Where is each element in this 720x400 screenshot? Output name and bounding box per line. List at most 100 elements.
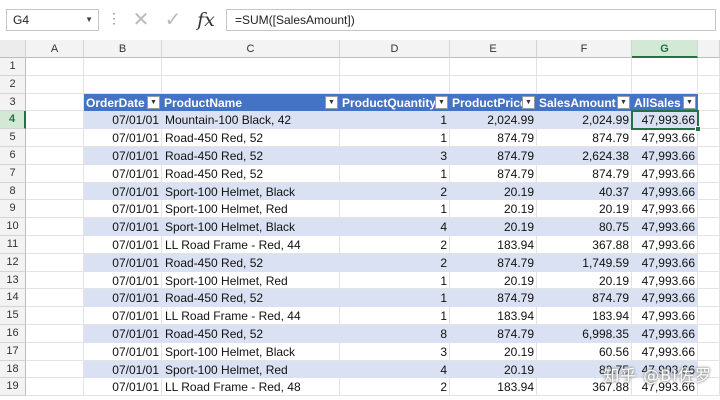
table-cell[interactable]: 874.79 [450, 253, 537, 272]
table-cell[interactable]: 47,993.66 [632, 182, 698, 201]
table-cell[interactable]: 20.19 [450, 272, 537, 290]
table-cell[interactable]: 47,993.66 [632, 147, 698, 165]
grid-cell[interactable] [26, 93, 84, 112]
filter-dropdown-icon[interactable]: ▼ [325, 95, 338, 109]
grid-cell[interactable] [26, 253, 84, 272]
grid-cell[interactable] [450, 58, 537, 76]
cancel-icon[interactable]: ✕ [128, 6, 154, 34]
insert-function-button[interactable]: fx [193, 6, 219, 34]
table-cell[interactable]: 4 [340, 360, 450, 379]
table-cell[interactable]: 07/01/01 [84, 307, 162, 325]
grid-cell[interactable] [450, 75, 537, 94]
row-header-14[interactable]: 14 [0, 289, 26, 308]
table-cell[interactable]: 2 [340, 182, 450, 201]
table-cell[interactable]: 47,993.66 [632, 272, 698, 290]
table-cell[interactable]: 07/01/01 [84, 129, 162, 147]
filter-dropdown-icon[interactable]: ▼ [522, 95, 535, 109]
grid-cell[interactable] [26, 360, 84, 379]
grid-cell[interactable] [26, 342, 84, 361]
table-cell[interactable]: 80.75 [537, 218, 632, 236]
table-cell[interactable]: 07/01/01 [84, 289, 162, 308]
table-cell[interactable]: LL Road Frame - Red, 48 [162, 378, 340, 396]
column-header-e[interactable]: E [450, 40, 537, 58]
table-cell[interactable]: 07/01/01 [84, 147, 162, 165]
grid-cell[interactable] [537, 75, 632, 94]
table-cell[interactable]: 07/01/01 [84, 325, 162, 343]
table-cell[interactable]: 1 [340, 200, 450, 218]
row-header-12[interactable]: 12 [0, 253, 26, 272]
grid-cell[interactable] [162, 58, 340, 76]
table-cell[interactable]: 20.19 [537, 200, 632, 218]
table-cell[interactable]: 2,024.99 [450, 111, 537, 130]
table-cell[interactable]: 1 [340, 289, 450, 308]
grid-cell[interactable] [26, 147, 84, 165]
table-cell[interactable]: 07/01/01 [84, 253, 162, 272]
row-header-19[interactable]: 19 [0, 378, 26, 397]
table-cell[interactable]: Sport-100 Helmet, Black [162, 182, 340, 201]
table-cell[interactable]: 07/01/01 [84, 182, 162, 201]
table-cell[interactable]: Sport-100 Helmet, Red [162, 272, 340, 290]
table-cell[interactable]: 183.94 [537, 307, 632, 325]
table-cell[interactable]: 07/01/01 [84, 272, 162, 290]
formula-input[interactable]: =SUM([SalesAmount]) [226, 9, 716, 31]
table-cell[interactable]: Road-450 Red, 52 [162, 325, 340, 343]
table-cell[interactable]: 4 [340, 218, 450, 236]
row-header-2[interactable]: 2 [0, 75, 26, 94]
table-cell[interactable]: 1 [340, 272, 450, 290]
table-cell[interactable]: 20.19 [450, 360, 537, 379]
table-cell[interactable]: 60.56 [537, 343, 632, 361]
table-cell[interactable]: 2 [340, 253, 450, 272]
grid-cell[interactable] [84, 75, 162, 94]
table-cell[interactable]: 47,993.66 [632, 129, 698, 147]
column-header-g[interactable]: G [632, 40, 698, 58]
row-header-3[interactable]: 3 [0, 93, 26, 112]
table-cell[interactable]: 20.19 [450, 218, 537, 236]
name-box[interactable]: G4 ▼ [6, 9, 99, 31]
table-cell[interactable]: 07/01/01 [84, 236, 162, 254]
table-cell[interactable]: 183.94 [450, 378, 537, 396]
table-cell[interactable]: 2,624.38 [537, 147, 632, 165]
table-cell[interactable]: Road-450 Red, 52 [162, 147, 340, 165]
grid-cell[interactable] [26, 111, 84, 130]
row-header-8[interactable]: 8 [0, 182, 26, 201]
table-cell[interactable]: 3 [340, 147, 450, 165]
grid-cell[interactable] [26, 164, 84, 183]
grid-cell[interactable] [26, 378, 84, 397]
table-cell[interactable]: 47,993.66 [632, 289, 698, 308]
filter-dropdown-icon[interactable]: ▼ [617, 95, 630, 109]
row-header-18[interactable]: 18 [0, 360, 26, 379]
table-cell[interactable]: 07/01/01 [84, 165, 162, 183]
row-header-4[interactable]: 4 [0, 111, 26, 130]
row-header-13[interactable]: 13 [0, 271, 26, 290]
grid-cell[interactable] [537, 58, 632, 76]
table-cell[interactable]: 2 [340, 236, 450, 254]
table-cell[interactable]: 1 [340, 111, 450, 130]
table-cell[interactable]: 47,993.66 [632, 253, 698, 272]
table-cell[interactable]: Sport-100 Helmet, Black [162, 218, 340, 236]
table-cell[interactable]: 47,993.66 [632, 218, 698, 236]
table-cell[interactable]: 874.79 [537, 129, 632, 147]
column-header-f[interactable]: F [537, 40, 632, 58]
grid-cell[interactable] [340, 58, 450, 76]
grid-cell[interactable] [26, 75, 84, 94]
filter-dropdown-icon[interactable]: ▼ [435, 95, 448, 109]
grid-cell[interactable] [26, 218, 84, 236]
grid-cell[interactable] [26, 271, 84, 290]
row-header-15[interactable]: 15 [0, 307, 26, 325]
table-cell[interactable]: 07/01/01 [84, 218, 162, 236]
table-cell[interactable]: 874.79 [450, 147, 537, 165]
table-cell[interactable]: 47,993.66 [632, 325, 698, 343]
table-cell[interactable]: 874.79 [450, 289, 537, 308]
table-cell[interactable]: 20.19 [537, 272, 632, 290]
table-cell[interactable]: 47,993.66 [632, 307, 698, 325]
table-cell[interactable]: Road-450 Red, 52 [162, 129, 340, 147]
grid-cell[interactable] [26, 129, 84, 147]
table-cell[interactable]: Road-450 Red, 52 [162, 165, 340, 183]
filter-dropdown-icon[interactable]: ▼ [147, 95, 160, 109]
table-cell[interactable]: LL Road Frame - Red, 44 [162, 307, 340, 325]
row-header-9[interactable]: 9 [0, 200, 26, 219]
grid-cell[interactable] [84, 58, 162, 76]
table-cell[interactable]: Road-450 Red, 52 [162, 289, 340, 308]
grid-cell[interactable] [340, 75, 450, 94]
table-cell[interactable]: 07/01/01 [84, 111, 162, 130]
